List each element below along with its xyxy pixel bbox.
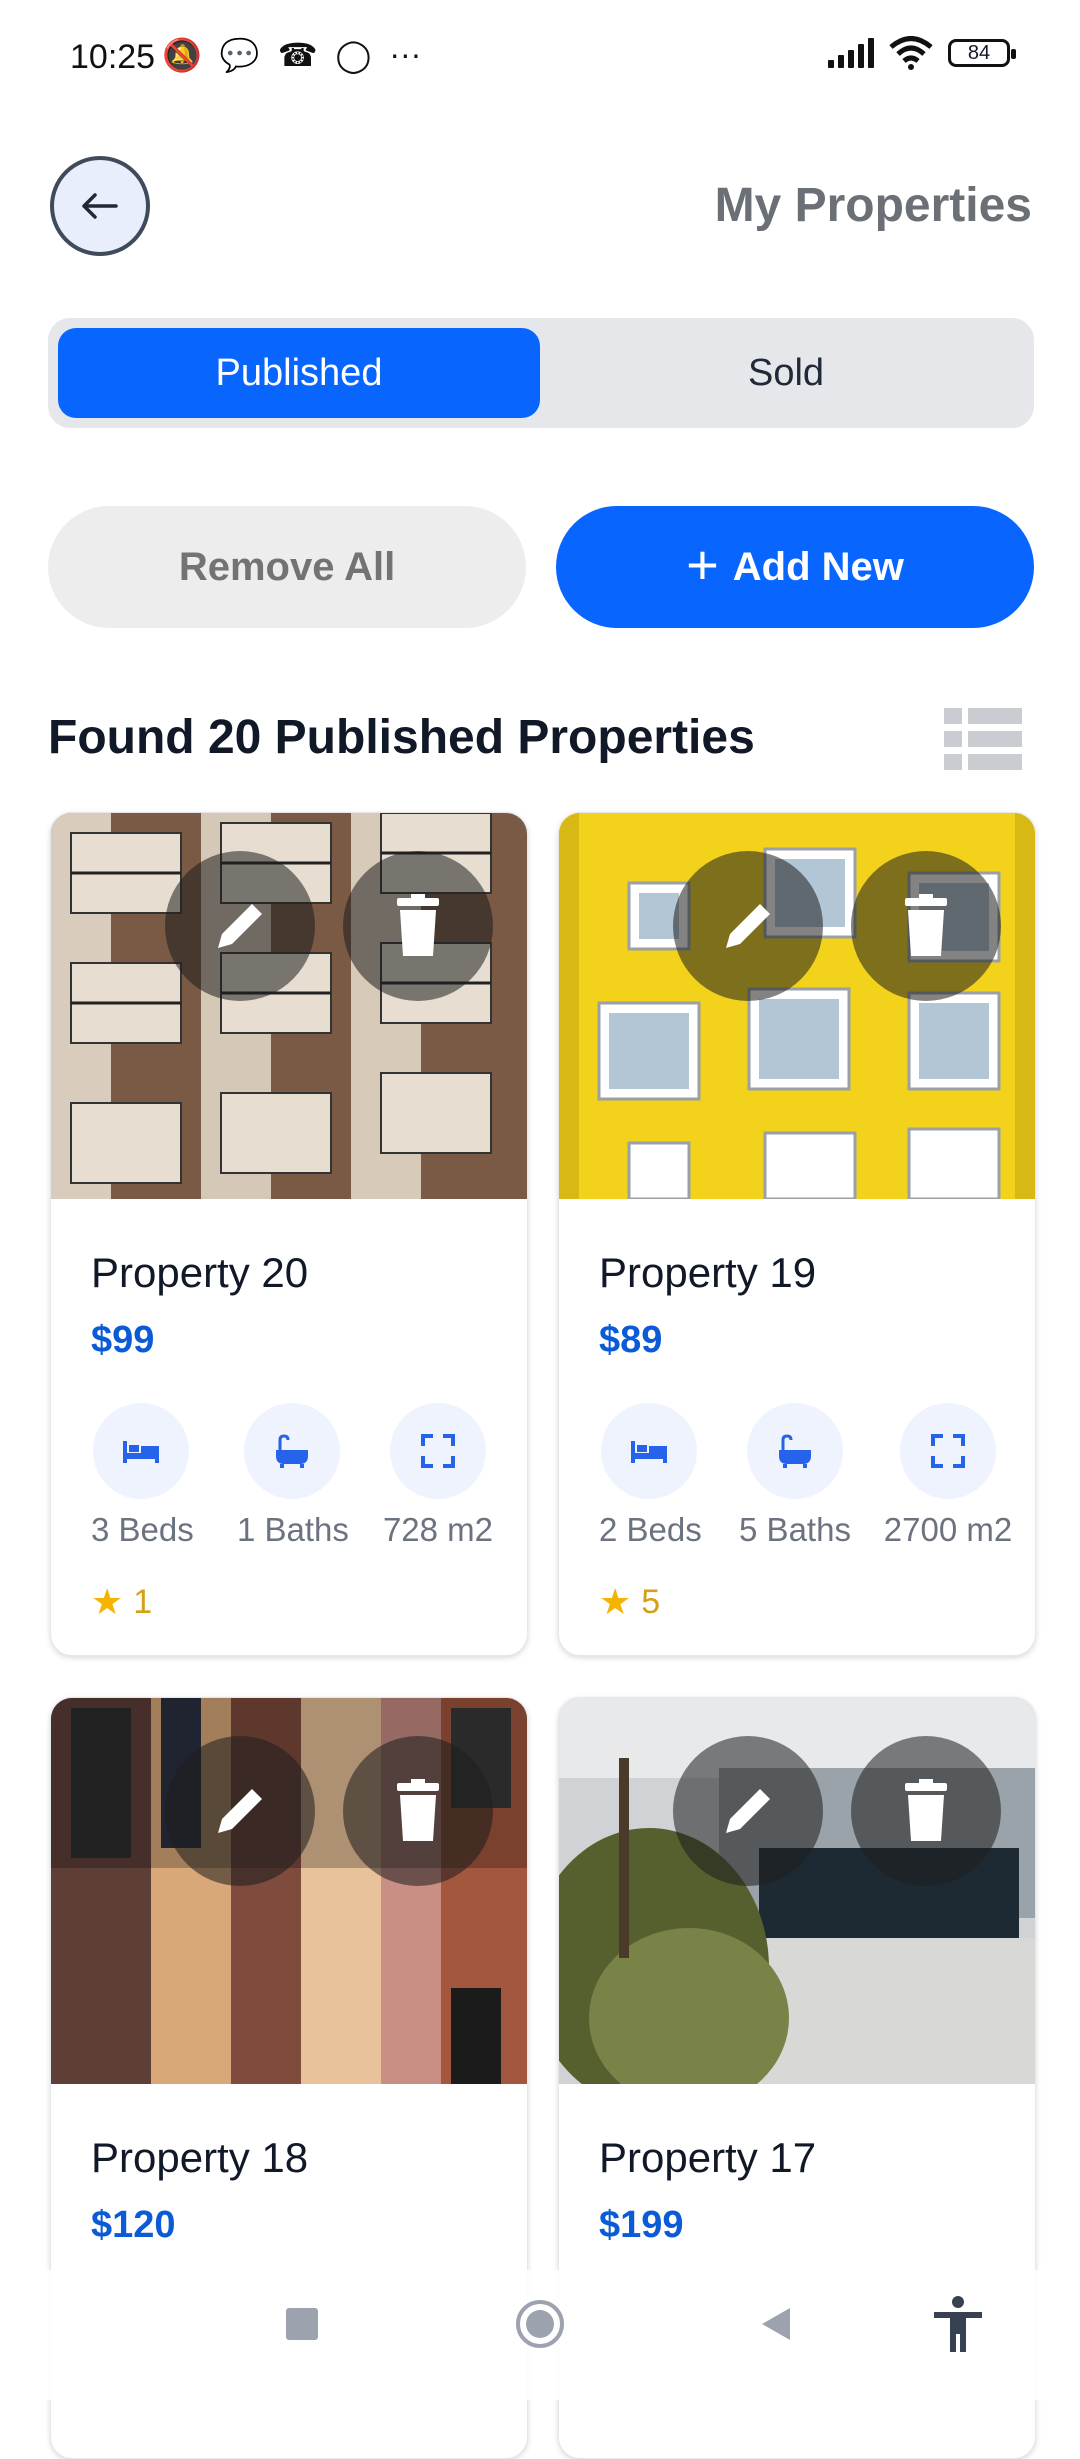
trash-icon <box>397 894 439 956</box>
edit-button[interactable] <box>165 851 315 1001</box>
trash-icon <box>905 894 947 956</box>
baths-feature: 5 Baths <box>735 1403 855 1549</box>
status-time: 10:25 <box>70 38 156 76</box>
delete-button[interactable] <box>343 851 493 1001</box>
notification-icons: 🔕 💬 ☎ ◯ ··· <box>162 36 421 74</box>
battery-level: 84 <box>967 41 991 64</box>
rating: ★ 1 <box>91 1581 152 1623</box>
edit-button[interactable] <box>673 1736 823 1886</box>
property-photo <box>51 813 527 1199</box>
recents-button[interactable] <box>282 2304 322 2344</box>
rating: ★ 5 <box>599 1581 660 1623</box>
arrow-left-icon <box>82 193 118 219</box>
area-feature: 2700 m2 <box>873 1403 1023 1549</box>
edit-button[interactable] <box>673 851 823 1001</box>
pencil-icon <box>726 1789 770 1833</box>
property-price: $120 <box>91 2204 176 2246</box>
beds-label: 2 Beds <box>599 1511 702 1548</box>
trash-icon <box>397 1779 439 1841</box>
area-label: 728 m2 <box>382 1511 494 1548</box>
delete-button[interactable] <box>851 1736 1001 1886</box>
beds-label: 3 Beds <box>91 1511 194 1548</box>
status-segmented-control: Published Sold <box>48 318 1034 428</box>
bathtub-icon <box>276 1434 308 1468</box>
expand-icon <box>931 1434 965 1468</box>
property-photo <box>51 1698 527 2084</box>
remove-all-label: Remove All <box>178 544 396 589</box>
delete-button[interactable] <box>343 1736 493 1886</box>
signal-icon <box>828 38 874 68</box>
status-bar: 10:25 🔕 💬 ☎ ◯ ··· 84 <box>0 0 1080 120</box>
property-card[interactable]: Property 20 $99 3 Beds 1 Baths 728 m2 ★ … <box>50 812 528 1656</box>
property-price: $89 <box>599 1319 663 1361</box>
results-heading: Found 20 Published Properties <box>48 711 755 764</box>
accessibility-icon[interactable] <box>930 2294 986 2354</box>
battery-icon: 84 <box>948 39 1016 67</box>
property-price: $199 <box>599 2204 684 2246</box>
property-card[interactable]: Property 19 $89 2 Beds 5 Baths 2700 m2 ★… <box>558 812 1036 1656</box>
system-navigation-bar <box>0 2270 1080 2400</box>
pencil-icon <box>218 1789 262 1833</box>
page-title: My Properties <box>714 179 1032 232</box>
star-icon: ★ <box>91 1581 124 1622</box>
pencil-icon <box>218 904 262 948</box>
tab-published[interactable]: Published <box>58 328 540 418</box>
list-view-icon[interactable] <box>944 708 1022 770</box>
wifi-icon <box>889 36 933 70</box>
missed-call-icon: ☎ <box>277 37 318 73</box>
property-photo <box>559 813 1035 1199</box>
property-photo <box>559 1698 1035 2084</box>
edit-button[interactable] <box>165 1736 315 1886</box>
baths-feature: 1 Baths <box>237 1403 349 1549</box>
expand-icon <box>421 1434 455 1468</box>
system-icons: 84 <box>828 36 1016 70</box>
tab-sold[interactable]: Sold <box>548 328 1024 418</box>
baths-label: 1 Baths <box>237 1511 349 1548</box>
bathtub-icon <box>779 1434 811 1468</box>
remove-all-button[interactable]: Remove All <box>48 506 526 628</box>
whatsapp-icon: ◯ <box>335 37 372 73</box>
more-icon: ··· <box>389 36 422 72</box>
bed-icon <box>631 1441 667 1463</box>
bed-icon <box>123 1441 159 1463</box>
pencil-icon <box>726 904 770 948</box>
star-icon: ★ <box>599 1581 632 1622</box>
mute-icon: 🔕 <box>162 37 202 73</box>
rating-value: 1 <box>133 1582 153 1621</box>
trash-icon <box>905 1779 947 1841</box>
home-button[interactable] <box>514 2298 566 2350</box>
add-new-label: Add New <box>732 544 904 589</box>
rating-value: 5 <box>641 1582 661 1621</box>
plus-icon: + <box>686 533 719 596</box>
area-feature: 728 m2 <box>373 1403 503 1549</box>
baths-label: 5 Baths <box>739 1511 851 1548</box>
property-title: Property 17 <box>599 2134 817 2181</box>
beds-feature: 3 Beds <box>91 1403 194 1549</box>
back-nav-button[interactable] <box>756 2304 796 2344</box>
chat-icon: 💬 <box>219 37 260 73</box>
delete-button[interactable] <box>851 851 1001 1001</box>
area-label: 2700 m2 <box>883 1511 1013 1548</box>
add-new-button[interactable]: + Add New <box>556 506 1034 628</box>
property-price: $99 <box>91 1319 155 1361</box>
back-button[interactable] <box>50 156 150 256</box>
property-title: Property 20 <box>91 1249 309 1296</box>
property-title: Property 19 <box>599 1249 817 1296</box>
property-title: Property 18 <box>91 2134 309 2181</box>
beds-feature: 2 Beds <box>599 1403 702 1549</box>
